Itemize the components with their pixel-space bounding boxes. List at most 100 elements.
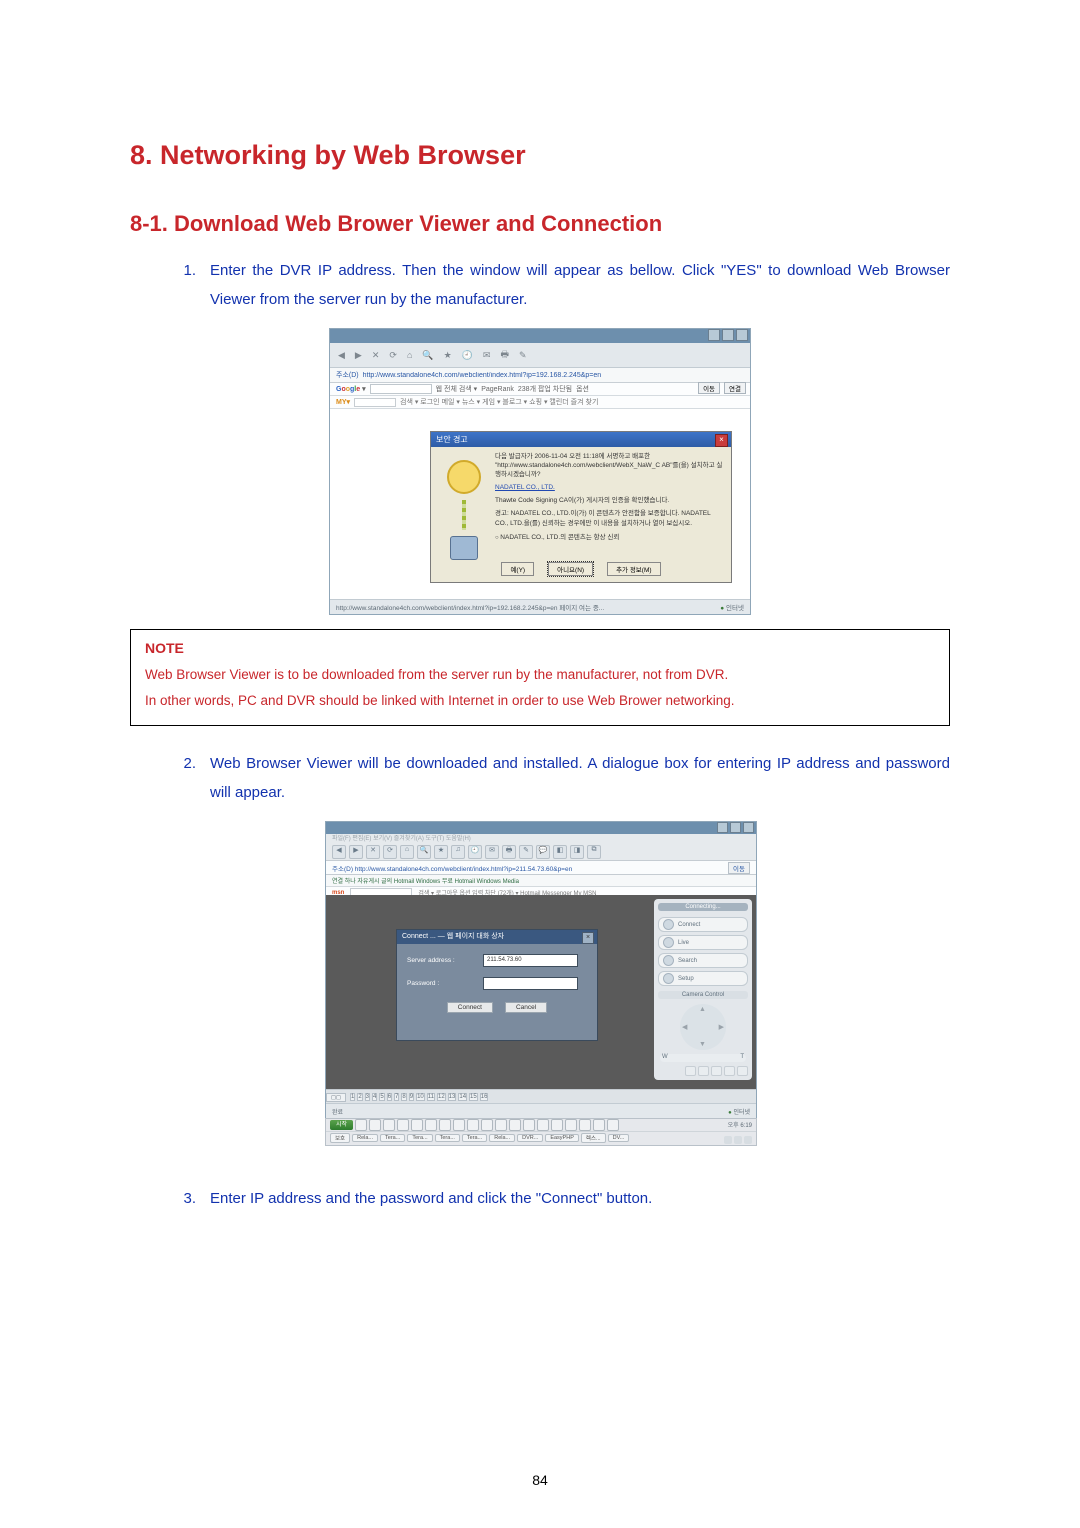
no-button: 아니요(N) <box>548 562 593 576</box>
back-icon: ◀ <box>332 845 346 859</box>
forward-icon: ▶ <box>355 350 362 361</box>
home-icon: ⌂ <box>407 350 412 360</box>
maximize-icon <box>722 329 734 341</box>
quick-launch-icon <box>607 1119 619 1131</box>
tool-icon: ◧ <box>553 845 567 859</box>
browser-statusbar: http://www.standalone4ch.com/webclient/i… <box>330 599 750 614</box>
maximize-icon <box>730 822 741 833</box>
browser-toolbar-b: ◀ ▶ ✕ ⟳ ⌂ 🔍 ★ ♫ 🕘 ✉ 🖶 ✎ 💬 ◧ ◨ ⧉ <box>326 844 756 861</box>
server-address-label: Server address : <box>407 957 477 964</box>
mail-icon: ✉ <box>485 845 499 859</box>
address-bar-b: 주소(D) http://www.standalone4ch.com/webcl… <box>326 861 756 875</box>
go-button: 이동 <box>698 382 720 394</box>
quick-launch-icon <box>565 1119 577 1131</box>
edit-icon: ✎ <box>519 350 527 361</box>
password-label: Password : <box>407 980 477 987</box>
channel-chip: 14 <box>458 1093 467 1101</box>
links-bar: 연결 하나 자유게시 글의 Hotmail Windows 무료 Hotmail… <box>326 875 756 887</box>
taskbar-task: 보호 <box>330 1133 350 1143</box>
note-box: NOTE Web Browser Viewer is to be downloa… <box>130 629 950 726</box>
ptz-wheel: ▲ ▼ ◀ ▶ <box>680 1004 726 1050</box>
browser-statusbar-b: 완료 ● 인터넷 <box>326 1103 756 1118</box>
discuss-icon: 💬 <box>536 845 550 859</box>
video-icon <box>663 937 674 948</box>
home-icon: ⌂ <box>400 845 414 859</box>
portal-logo: MY▾ <box>336 398 350 406</box>
connect-dialog-title: Connect ... — 웹 페이지 대화 상자 × <box>397 930 597 944</box>
taskbar-task: Tera... <box>407 1134 432 1142</box>
favorites-icon: ★ <box>434 845 448 859</box>
forward-icon: ▶ <box>349 845 363 859</box>
dialog-text-3: 경고: NADATEL CO., LTD.이(가) 이 콘텐츠가 안전함을 보증… <box>495 509 723 527</box>
browser-viewport: 보안 경고 × 다음 발급자가 2006-11-04 오전 11:18에 서명하… <box>330 409 750 600</box>
mail-icon: ✉ <box>483 350 491 361</box>
quick-launch-icon <box>537 1119 549 1131</box>
step-3-number: 3. <box>180 1185 196 1214</box>
page-number: 84 <box>0 1472 1080 1488</box>
quick-launch-icon <box>411 1119 423 1131</box>
go-button: 이동 <box>728 862 750 874</box>
publisher-link: NADATEL CO., LTD. <box>495 483 723 492</box>
subsection-heading: 8-1. Download Web Brower Viewer and Conn… <box>130 211 950 237</box>
search-icon <box>663 955 674 966</box>
step-2-text: Web Browser Viewer will be downloaded an… <box>210 750 950 807</box>
media-icon: ♫ <box>451 845 465 859</box>
dialog-text-2: Thawte Code Signing CA이(가) 게시자의 인증을 확인했습… <box>495 496 723 505</box>
status-connecting: Connecting... <box>658 903 748 911</box>
refresh-icon: ⟳ <box>389 350 397 361</box>
stop-icon: ✕ <box>372 350 380 361</box>
print-icon: 🖶 <box>500 347 509 363</box>
channel-chip: 2 <box>357 1093 362 1101</box>
step-3-text: Enter IP address and the password and cl… <box>210 1185 652 1214</box>
google-popup-block: 238개 팝업 차단됨 <box>518 384 572 394</box>
server-address-field: 211.54.73.60 <box>483 954 578 967</box>
channel-chip: 5 <box>379 1093 384 1101</box>
channel-group: ◻◻ <box>326 1093 346 1102</box>
quick-launch-icon <box>509 1119 521 1131</box>
camera-control-label: Camera Control <box>658 991 748 999</box>
note-line-2: In other words, PC and DVR should be lin… <box>145 688 935 714</box>
print-icon: 🖶 <box>502 845 516 859</box>
google-logo: Google ▾ <box>336 385 366 393</box>
history-icon: 🕘 <box>462 350 473 361</box>
cancel-button: Cancel <box>505 1002 547 1013</box>
tray-icon <box>744 1136 752 1144</box>
channel-chip: 6 <box>387 1093 392 1101</box>
quick-launch-icon <box>551 1119 563 1131</box>
channel-chip: 15 <box>469 1093 478 1101</box>
channel-chip: 1 <box>350 1093 355 1101</box>
connect-side-button: Connect <box>658 917 748 932</box>
live-button: Live <box>658 935 748 950</box>
connect-close-icon: × <box>582 932 594 944</box>
tray-icon <box>734 1136 742 1144</box>
quick-launch-icon <box>453 1119 465 1131</box>
step-2-number: 2. <box>180 750 196 779</box>
quick-launch-icon <box>467 1119 479 1131</box>
window-titlebar-b <box>326 822 756 834</box>
step-1: 1. Enter the DVR IP address. Then the wi… <box>180 257 950 314</box>
channel-chip: 12 <box>437 1093 446 1101</box>
channel-chip: 9 <box>409 1093 414 1101</box>
channel-chip: 8 <box>401 1093 406 1101</box>
gear-icon <box>663 973 674 984</box>
step-1-number: 1. <box>180 257 196 286</box>
computer-icon <box>450 536 478 560</box>
window-titlebar <box>330 329 750 343</box>
search-icon: 🔍 <box>417 845 431 859</box>
taskbar-task: Tera... <box>380 1134 405 1142</box>
windows-taskbar: 시작 보호Rela...Tera <box>325 1118 757 1146</box>
viewer-workspace: Connect ... — 웹 페이지 대화 상자 × Server addre… <box>326 895 756 1090</box>
screenshot-security-warning: ◀ ▶ ✕ ⟳ ⌂ 🔍 ★ 🕘 ✉ 🖶 ✎ 주소(D) http://www.s… <box>329 328 751 615</box>
address-url: http://www.standalone4ch.com/webclient/i… <box>363 372 744 379</box>
taskbar-task: Tera... <box>435 1134 460 1142</box>
status-zone: ● 인터넷 <box>728 1107 750 1116</box>
search-button: Search <box>658 953 748 968</box>
arrow-up-icon: ▲ <box>699 1006 706 1013</box>
close-icon <box>743 822 754 833</box>
channel-chip: 4 <box>372 1093 377 1101</box>
portal-toolbar: MY▾ 검색 ▾ 로그인 메일 ▾ 뉴스 ▾ 게임 ▾ 블로그 ▾ 쇼핑 ▾ 캘… <box>330 396 750 409</box>
quick-launch-icon <box>397 1119 409 1131</box>
minimize-icon <box>717 822 728 833</box>
quick-launch-icon <box>369 1119 381 1131</box>
edit-icon: ✎ <box>519 845 533 859</box>
